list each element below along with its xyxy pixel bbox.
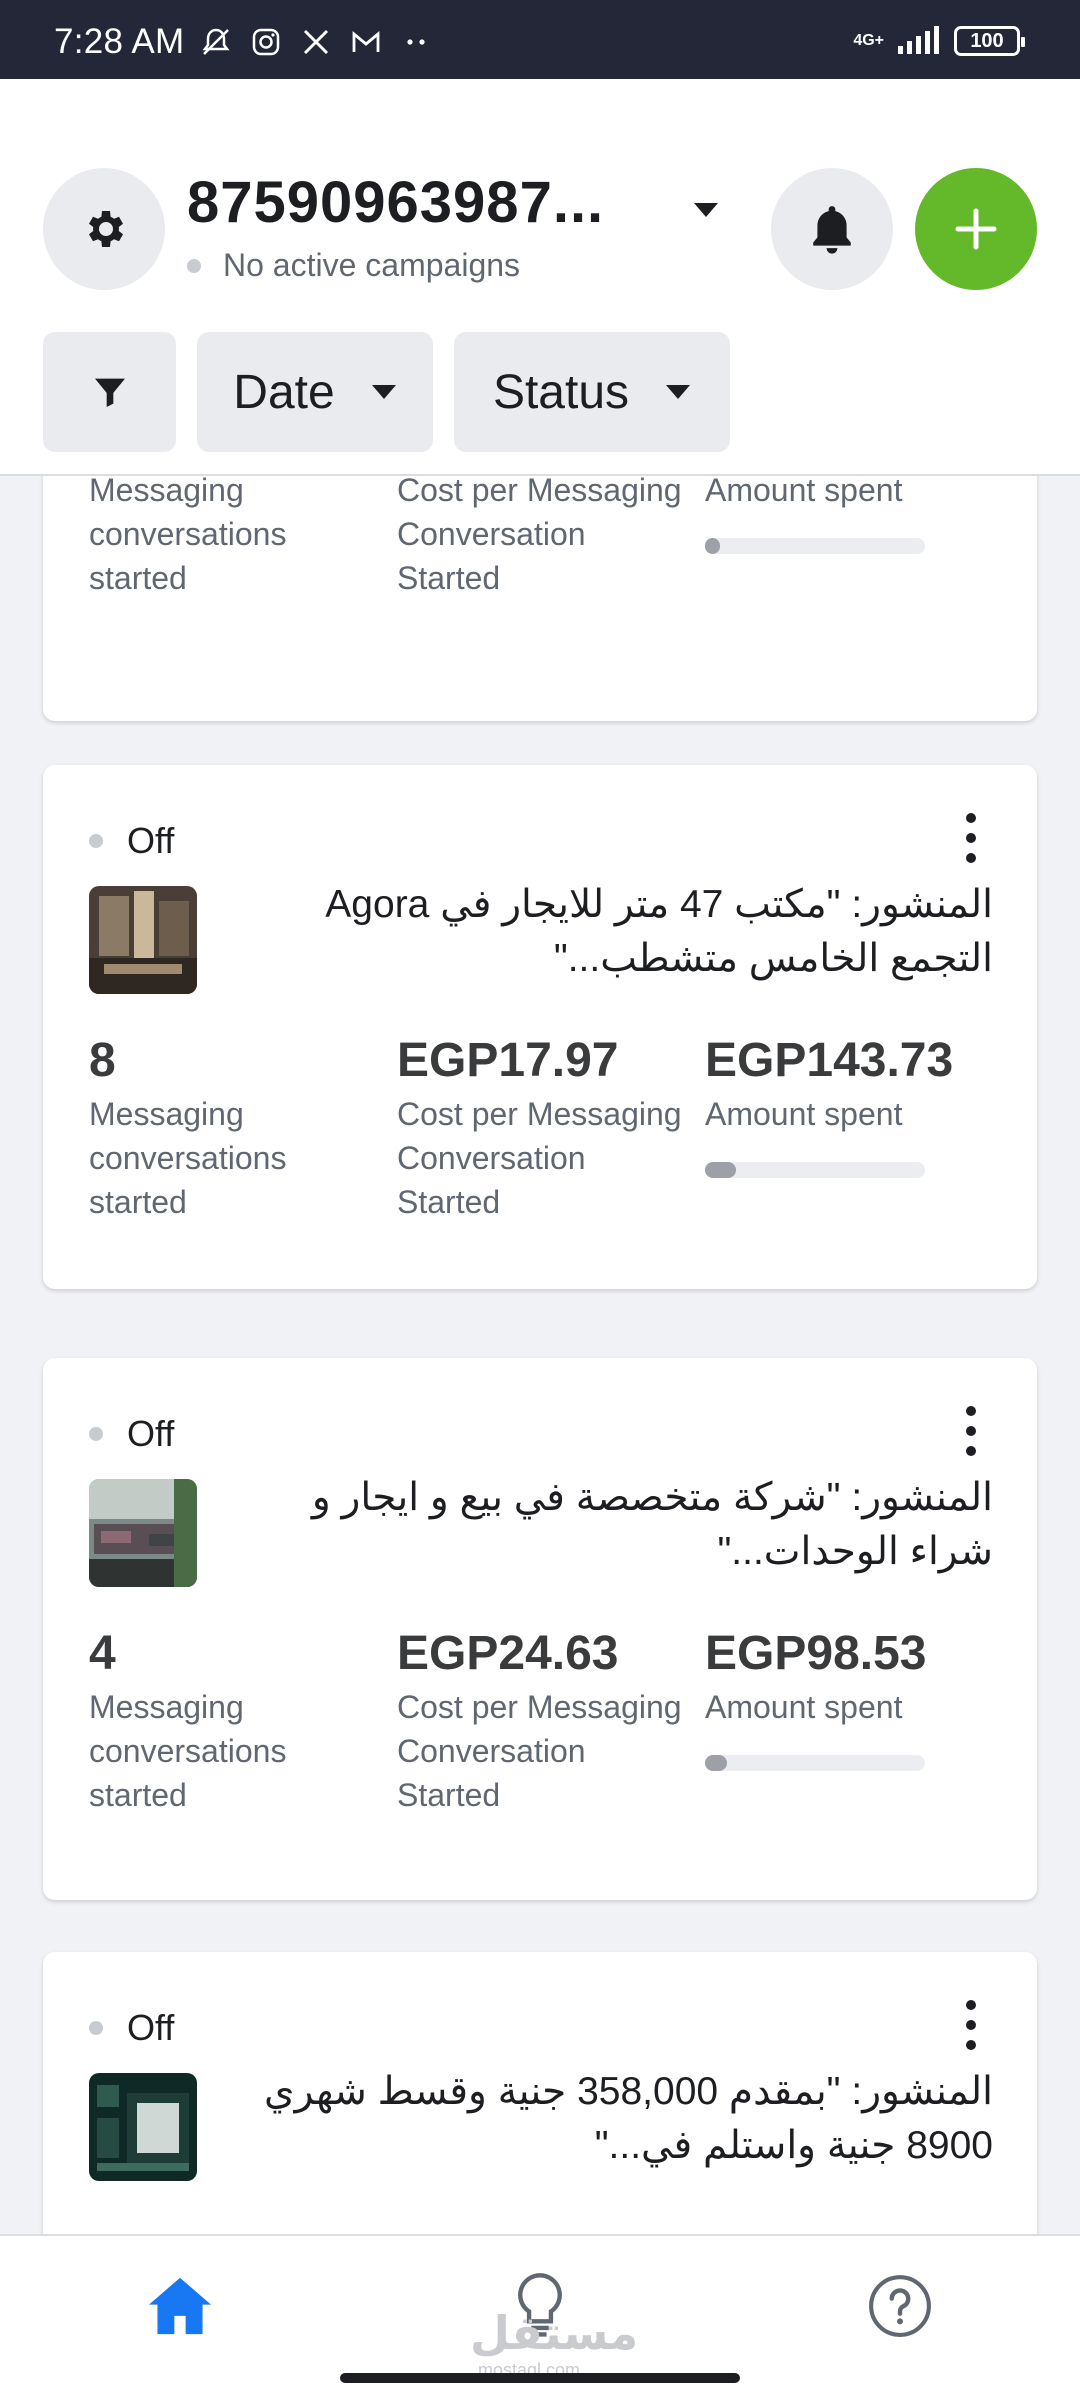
campaign-card[interactable]: Off المنشور: "شركة متخصصة في بيع و ايجار… — [43, 1358, 1037, 1900]
metric-value: 4 — [89, 1627, 116, 1680]
campaign-status: Off — [89, 2007, 174, 2049]
notifications-button[interactable] — [771, 168, 893, 290]
account-dropdown[interactable] — [688, 192, 724, 228]
spent-progress-bar — [705, 1162, 925, 1178]
metric-label: Amount spent — [705, 1689, 903, 1725]
campaign-status: Off — [89, 820, 174, 862]
metric-value: EGP98.53 — [705, 1627, 927, 1680]
metric-label: Cost per Messaging Conversation Started — [397, 476, 682, 596]
campaign-card[interactable]: Off المنشور: "بمقدم 358,000 جنية وقسط شه… — [43, 1952, 1037, 2234]
more-options-icon[interactable] — [959, 2000, 983, 2050]
metric-amount-spent: EGP143.73 Amount spent — [705, 1033, 1005, 1178]
account-status-text: No active campaigns — [223, 247, 521, 283]
spent-progress-bar — [705, 1755, 925, 1771]
system-icons: 4G+ 100 — [853, 26, 1025, 56]
metric-conversations: 8 Messaging conversations started — [89, 1033, 379, 1224]
metric-label: Cost per Messaging Conversation Started — [397, 1689, 682, 1813]
account-status: No active campaigns — [187, 247, 520, 284]
more-options-icon[interactable] — [959, 1406, 983, 1456]
create-button[interactable] — [915, 168, 1037, 290]
gmail-icon — [352, 31, 380, 52]
metric-cost-per-conversation: Cost per Messaging Conversation Started — [397, 476, 687, 600]
metric-conversations: Messaging conversations started — [89, 476, 379, 600]
watermark-logo: مستقل — [470, 2307, 639, 2359]
metric-amount-spent: EGP98.53 Amount spent — [705, 1626, 1005, 1771]
status-filter[interactable]: Status — [454, 332, 730, 452]
post-thumbnail — [89, 886, 197, 994]
date-filter[interactable]: Date — [197, 332, 433, 452]
x-icon — [303, 29, 329, 55]
status-time: 7:28 AM — [54, 22, 185, 61]
campaign-card[interactable]: Off المنشور: "مكتب 47 متر للايجار في Ago… — [43, 765, 1037, 1289]
metric-cost-per-conversation: EGP24.63 Cost per Messaging Conversation… — [397, 1626, 687, 1817]
gear-icon — [89, 211, 123, 247]
status-dot — [89, 1427, 103, 1441]
more-notifications-icon — [407, 39, 425, 45]
notification-icons — [200, 26, 432, 58]
account-id[interactable]: 87590963987... — [187, 169, 604, 236]
bell-icon — [813, 206, 851, 254]
campaign-list[interactable]: Messaging conversations started Cost per… — [0, 476, 1080, 2234]
spent-progress-fill — [705, 538, 721, 554]
metric-label: Amount spent — [705, 476, 903, 508]
help-icon — [869, 2275, 931, 2337]
signal-icon — [898, 26, 939, 54]
post-thumbnail — [89, 1479, 197, 1587]
nav-home[interactable] — [140, 2266, 220, 2346]
campaign-status: Off — [89, 1413, 174, 1455]
battery-icon: 100 — [954, 26, 1025, 56]
status-bar: 7:28 AM 4G+ 100 — [0, 0, 1080, 79]
caret-down-icon — [694, 203, 718, 217]
caret-down-icon — [371, 385, 396, 399]
date-filter-label: Date — [233, 365, 335, 419]
filter-button[interactable] — [43, 332, 176, 452]
spent-progress-fill — [705, 1755, 727, 1771]
bottom-navigation: مستقل mostaql.com — [0, 2234, 1080, 2400]
metric-label: Messaging conversations started — [89, 1689, 287, 1813]
campaign-card[interactable]: Messaging conversations started Cost per… — [43, 476, 1037, 721]
metric-cost-per-conversation: EGP17.97 Cost per Messaging Conversation… — [397, 1033, 687, 1224]
mute-icon — [202, 28, 230, 55]
metric-value: EGP17.97 — [397, 1034, 619, 1087]
network-type: 4G+ — [853, 32, 884, 49]
gesture-bar[interactable] — [340, 2373, 740, 2383]
instagram-icon — [252, 28, 280, 56]
more-options-icon[interactable] — [959, 813, 983, 863]
status-filter-label: Status — [492, 365, 630, 419]
plus-icon — [955, 208, 997, 250]
metric-label: Cost per Messaging Conversation Started — [397, 1096, 682, 1220]
campaign-status-text: Off — [127, 820, 175, 861]
caret-down-icon — [666, 385, 691, 399]
metric-label: Amount spent — [705, 1096, 903, 1132]
header: 87590963987... No active campaigns Date … — [0, 79, 1080, 476]
metric-amount-spent: Amount spent — [705, 476, 1005, 554]
spent-progress-bar — [705, 538, 925, 554]
post-text[interactable]: المنشور: "بمقدم 358,000 جنية وقسط شهري 8… — [218, 2065, 993, 2173]
status-dot — [89, 834, 103, 848]
metric-conversations: 4 Messaging conversations started — [89, 1626, 379, 1817]
funnel-icon — [94, 378, 125, 407]
post-text[interactable]: المنشور: "مكتب 47 متر للايجار في Agora ا… — [218, 878, 993, 986]
post-thumbnail — [89, 2073, 197, 2181]
home-icon — [149, 2277, 211, 2335]
metric-label: Messaging conversations started — [89, 476, 287, 596]
status-dot — [89, 2021, 103, 2035]
metric-value: EGP143.73 — [705, 1034, 954, 1087]
status-dot — [187, 258, 201, 273]
metric-value: EGP24.63 — [397, 1627, 619, 1680]
settings-button[interactable] — [43, 168, 165, 290]
campaign-status-text: Off — [127, 2007, 175, 2048]
campaign-status-text: Off — [127, 1413, 175, 1454]
metric-value: 8 — [89, 1034, 116, 1087]
post-text[interactable]: المنشور: "شركة متخصصة في بيع و ايجار و ش… — [218, 1471, 993, 1579]
metric-label: Messaging conversations started — [89, 1096, 287, 1220]
nav-help[interactable] — [860, 2266, 940, 2346]
spent-progress-fill — [705, 1162, 736, 1178]
